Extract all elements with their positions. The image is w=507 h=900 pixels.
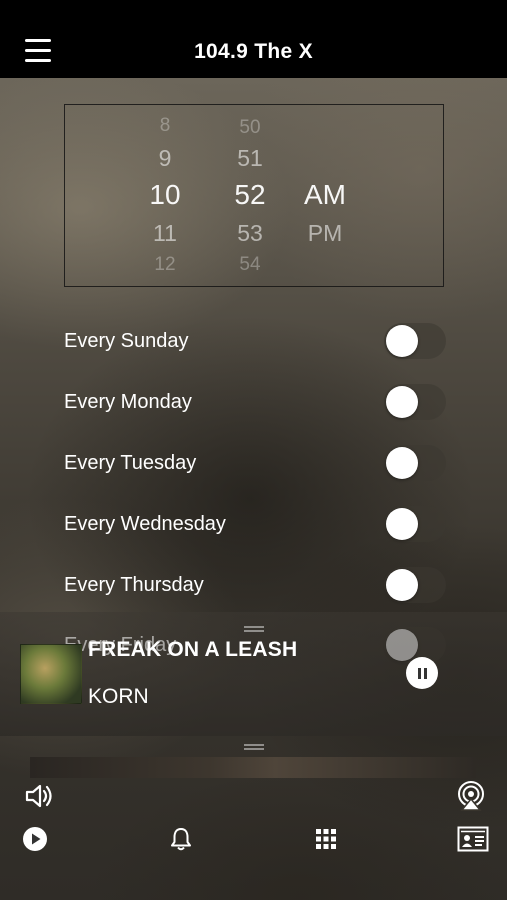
track-title: FREAK ON A LEASH: [88, 638, 298, 661]
page-title: 104.9 The X: [194, 40, 313, 63]
airplay-icon[interactable]: [455, 781, 487, 811]
day-label: Every Sunday: [64, 330, 189, 352]
monday-toggle[interactable]: [384, 384, 446, 420]
minute-option[interactable]: 50: [220, 117, 280, 139]
artist-name: KORN: [88, 685, 149, 708]
day-label: Every Monday: [64, 391, 192, 413]
minute-option[interactable]: 51: [220, 145, 280, 172]
bell-icon[interactable]: [170, 826, 192, 852]
toggle-knob: [386, 386, 418, 418]
speaker-volume-icon[interactable]: [24, 782, 54, 810]
hour-option[interactable]: 12: [135, 254, 195, 276]
pause-button[interactable]: [406, 657, 438, 689]
album-art[interactable]: [20, 644, 82, 704]
sunday-toggle[interactable]: [384, 323, 446, 359]
pause-icon: [417, 667, 421, 679]
day-row-tuesday: Every Tuesday: [64, 440, 448, 490]
day-label: Every Tuesday: [64, 452, 197, 474]
minute-option[interactable]: 54: [220, 254, 280, 276]
day-row-thursday: Every Thursday: [64, 562, 448, 612]
day-row-wednesday: Every Wednesday: [64, 501, 448, 551]
period-selected[interactable]: AM: [295, 179, 355, 211]
hamburger-menu-icon[interactable]: [25, 39, 51, 63]
toggle-knob: [386, 569, 418, 601]
minute-selected[interactable]: 52: [220, 179, 280, 211]
toggle-knob: [386, 325, 418, 357]
thursday-toggle[interactable]: [384, 567, 446, 603]
app-header: 104.9 The X: [0, 0, 507, 78]
toggle-knob: [386, 447, 418, 479]
audio-progress-bar[interactable]: [30, 757, 476, 778]
hour-wheel[interactable]: 8 9 10 11 12: [135, 105, 195, 286]
drag-handle-icon[interactable]: [244, 744, 264, 750]
hour-option[interactable]: 9: [135, 145, 195, 172]
contact-card-icon[interactable]: [457, 826, 489, 852]
day-row-monday: Every Monday: [64, 379, 448, 429]
day-row-sunday: Every Sunday: [64, 318, 448, 368]
minute-option[interactable]: 53: [220, 220, 280, 247]
day-label: Every Wednesday: [64, 513, 226, 535]
hour-selected[interactable]: 10: [135, 179, 195, 211]
period-wheel[interactable]: AM PM: [295, 105, 355, 286]
minute-wheel[interactable]: 50 51 52 53 54: [220, 105, 280, 286]
hour-option[interactable]: 8: [135, 115, 195, 137]
play-circle-icon[interactable]: [22, 826, 48, 852]
hour-option[interactable]: 11: [135, 220, 195, 247]
grid-icon[interactable]: [315, 828, 337, 850]
wednesday-toggle[interactable]: [384, 506, 446, 542]
day-label: Every Thursday: [64, 574, 204, 596]
time-picker[interactable]: 8 9 10 11 12 50 51 52 53 54 AM PM: [64, 104, 444, 287]
toggle-knob: [386, 508, 418, 540]
tuesday-toggle[interactable]: [384, 445, 446, 481]
period-option[interactable]: PM: [295, 220, 355, 247]
toggle-knob: [386, 629, 418, 661]
